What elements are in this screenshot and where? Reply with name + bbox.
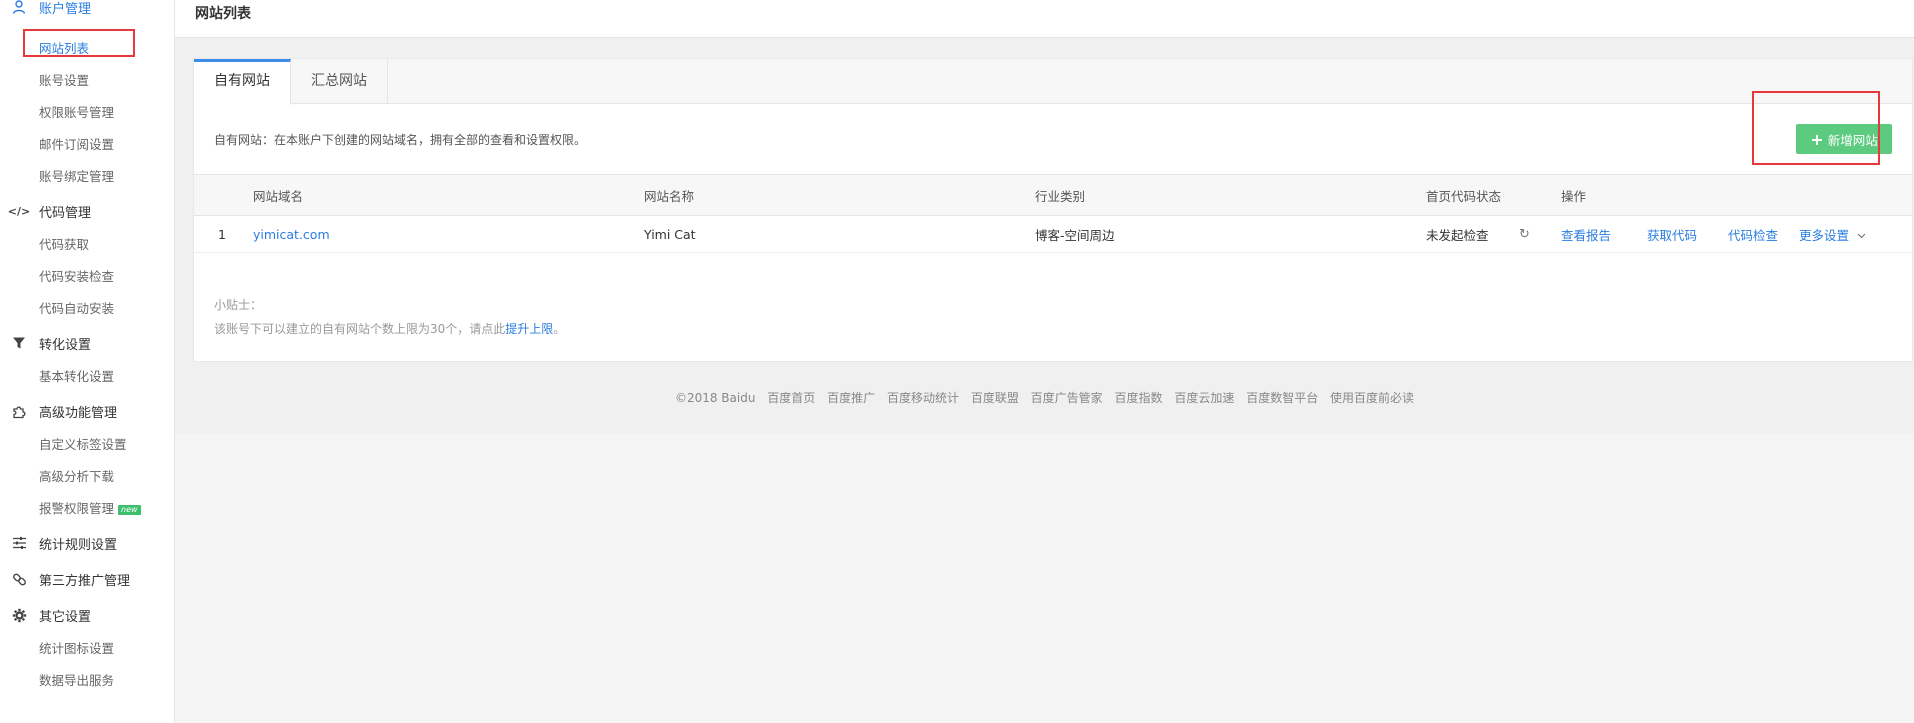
sidebar-group-label: 账户管理 [39, 1, 92, 17]
sidebar-item-code-check[interactable]: 代码安装检查 [0, 261, 174, 293]
footer-link[interactable]: 百度指数 [1115, 391, 1163, 405]
footer-link[interactable]: 百度首页 [767, 391, 815, 405]
tips-section: 小贴士： 该账号下可以建立的自有网站个数上限为30个，请点此提升上限。 [194, 253, 1912, 341]
tips-title: 小贴士： [214, 298, 263, 312]
code-status: 未发起检查 [1426, 227, 1489, 243]
sidebar-item-email-subscription[interactable]: 邮件订阅设置 [0, 129, 174, 161]
sidebar-item-permission-accounts[interactable]: 权限账号管理 [0, 97, 174, 129]
filter-icon [10, 334, 28, 352]
main-content: 网站列表 自有网站 汇总网站 自有网站：在本账户下创建的网站域名，拥有全部的查看… [175, 0, 1914, 723]
header-category: 行业类别 [1035, 188, 1086, 204]
sidebar-group-advanced[interactable]: 高级功能管理 [0, 393, 174, 429]
header-domain: 网站域名 [253, 188, 304, 204]
tab-bar: 自有网站 汇总网站 [194, 59, 1912, 105]
header-code-status: 首页代码状态 [1426, 188, 1502, 204]
footer-link[interactable]: 百度数智平台 [1246, 391, 1318, 405]
code-icon: </> [7, 204, 31, 218]
sidebar-group-third-party[interactable]: 第三方推广管理 [0, 561, 174, 597]
highlight-box-add-button [1752, 91, 1880, 165]
footer-link[interactable]: 百度广告管家 [1031, 391, 1103, 405]
chevron-down-icon [1857, 227, 1866, 242]
more-settings-dropdown[interactable]: 更多设置 [1799, 216, 1866, 252]
sidebar-item-basic-conversion[interactable]: 基本转化设置 [0, 361, 174, 393]
row-index: 1 [218, 226, 226, 242]
sidebar-group-code[interactable]: </> 代码管理 [0, 193, 174, 229]
tab-own-sites[interactable]: 自有网站 [194, 59, 291, 105]
site-name: Yimi Cat [644, 226, 696, 242]
site-category: 博客-空间周边 [1035, 227, 1115, 243]
footer-copyright: ©2018 Baidu [674, 391, 756, 405]
site-domain-link[interactable]: yimicat.com [253, 216, 330, 252]
sidebar-item-label: 报警权限管理 [39, 501, 115, 516]
site-list-panel: 自有网站 汇总网站 自有网站：在本账户下创建的网站域名，拥有全部的查看和设置权限… [193, 58, 1913, 362]
table-row: 1 yimicat.com Yimi Cat 博客-空间周边 未发起检查 ↻ 查… [194, 216, 1912, 253]
sidebar-item-code-get[interactable]: 代码获取 [0, 229, 174, 261]
sidebar-item-stat-icon[interactable]: 统计图标设置 [0, 633, 174, 665]
get-code-link[interactable]: 获取代码 [1647, 216, 1697, 252]
sidebar-group-conversion[interactable]: 转化设置 [0, 325, 174, 361]
raise-limit-link[interactable]: 提升上限 [505, 322, 553, 336]
view-report-link[interactable]: 查看报告 [1561, 216, 1611, 252]
sidebar-group-label: 转化设置 [39, 337, 92, 353]
sidebar-group-label: 高级功能管理 [39, 405, 118, 421]
footer-link[interactable]: 百度云加速 [1174, 391, 1234, 405]
highlight-box-sidebar [23, 29, 135, 57]
sidebar: 账户管理 网站列表 账号设置 权限账号管理 邮件订阅设置 账号绑定管理 </> … [0, 0, 175, 723]
description-text: 自有网站：在本账户下创建的网站域名，拥有全部的查看和设置权限。 [214, 132, 587, 147]
sidebar-group-label: 统计规则设置 [39, 537, 118, 553]
sidebar-item-account-binding[interactable]: 账号绑定管理 [0, 161, 174, 193]
tips-end: 。 [553, 322, 566, 336]
sidebar-group-label: 第三方推广管理 [39, 573, 131, 589]
description-bar: 自有网站：在本账户下创建的网站域名，拥有全部的查看和设置权限。 + 新增网站 [194, 104, 1912, 174]
sidebar-group-label: 代码管理 [39, 205, 92, 221]
footer-link[interactable]: 百度移动统计 [887, 391, 959, 405]
header-actions: 操作 [1561, 188, 1587, 204]
sidebar-item-alert-permission[interactable]: 报警权限管理 new [0, 493, 174, 525]
sidebar-item-data-export[interactable]: 数据导出服务 [0, 665, 174, 697]
refresh-icon[interactable]: ↻ [1519, 216, 1530, 252]
sidebar-item-account-settings[interactable]: 账号设置 [0, 65, 174, 97]
sidebar-group-account[interactable]: 账户管理 [0, 0, 174, 17]
table-header: 网站域名 网站名称 行业类别 首页代码状态 操作 [194, 174, 1912, 216]
sidebar-item-code-auto-install[interactable]: 代码自动安装 [0, 293, 174, 325]
more-settings-label: 更多设置 [1799, 227, 1850, 243]
sliders-icon [10, 534, 28, 552]
sidebar-item-advanced-download[interactable]: 高级分析下载 [0, 461, 174, 493]
sidebar-group-stat-rules[interactable]: 统计规则设置 [0, 525, 174, 561]
page-title: 网站列表 [175, 0, 1914, 38]
footer-link[interactable]: 百度联盟 [971, 391, 1019, 405]
puzzle-icon [10, 402, 28, 420]
gear-icon [10, 606, 28, 624]
tab-summary-sites[interactable]: 汇总网站 [291, 59, 388, 104]
sidebar-group-other[interactable]: 其它设置 [0, 597, 174, 633]
tips-text: 该账号下可以建立的自有网站个数上限为30个，请点此 [214, 322, 506, 336]
sidebar-group-label: 其它设置 [39, 609, 92, 625]
footer: ©2018 Baidu 百度首页 百度推广 百度移动统计 百度联盟 百度广告管家… [175, 389, 1914, 406]
header-name: 网站名称 [644, 188, 695, 204]
page-background [175, 434, 1914, 723]
sidebar-item-custom-tags[interactable]: 自定义标签设置 [0, 429, 174, 461]
code-check-link[interactable]: 代码检查 [1728, 216, 1778, 252]
tips-body: 该账号下可以建立的自有网站个数上限为30个，请点此提升上限。 [214, 317, 1912, 341]
footer-link[interactable]: 百度推广 [827, 391, 875, 405]
user-icon [10, 0, 28, 16]
footer-link[interactable]: 使用百度前必读 [1330, 391, 1414, 405]
new-badge: new [118, 505, 141, 515]
link-icon [10, 570, 28, 588]
